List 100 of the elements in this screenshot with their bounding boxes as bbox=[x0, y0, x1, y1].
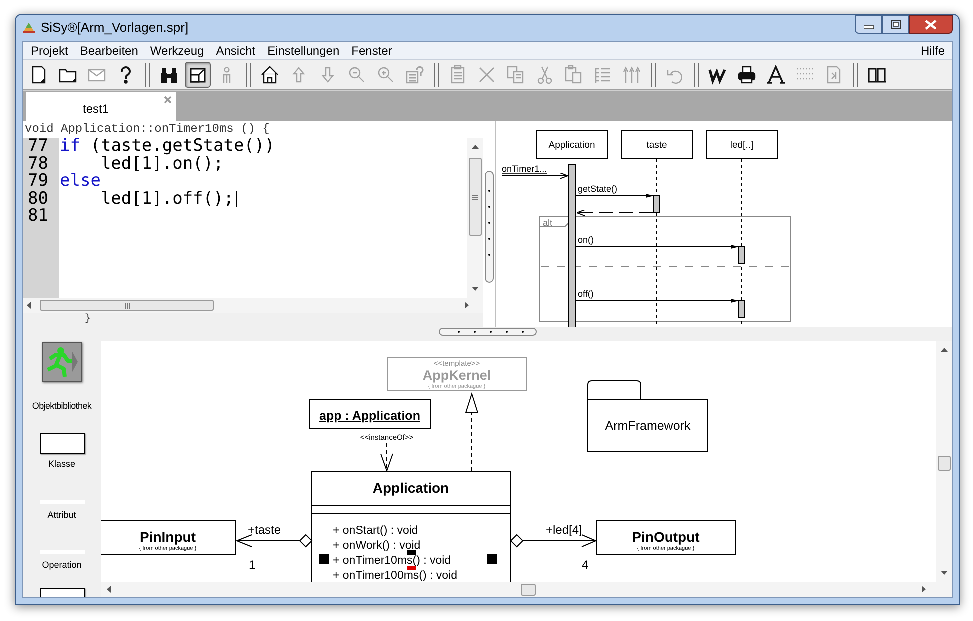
selection-handle bbox=[407, 566, 416, 570]
menu-item[interactable]: Bearbeiten bbox=[74, 42, 144, 60]
message-label: off() bbox=[578, 289, 594, 299]
horizontal-scrollbar[interactable] bbox=[101, 582, 952, 597]
code-line: led[1].on(); bbox=[100, 156, 224, 173]
grip-icon bbox=[124, 302, 130, 308]
zoom-in-icon bbox=[376, 64, 396, 84]
lifeline-label: Application bbox=[548, 140, 596, 151]
app-logo-icon bbox=[22, 22, 36, 34]
code-line: led[1].off(); bbox=[100, 190, 234, 208]
line-number: 80 bbox=[28, 190, 50, 208]
object-name: app : Application bbox=[320, 409, 420, 423]
line-number: 79 bbox=[28, 173, 50, 190]
multiplicity-label: 4 bbox=[582, 558, 589, 572]
aggregation-diamond bbox=[510, 534, 524, 548]
scrollbar-thumb[interactable] bbox=[521, 584, 536, 596]
activation-bar bbox=[738, 246, 746, 264]
fragment-label: alt bbox=[543, 218, 553, 228]
vertical-scrollbar[interactable] bbox=[936, 341, 952, 582]
close-button[interactable] bbox=[909, 15, 953, 34]
message-arrow bbox=[502, 172, 568, 180]
code-line: if (taste.getState()) bbox=[60, 138, 275, 156]
line-number: 77 bbox=[28, 138, 50, 156]
code-line: else bbox=[60, 173, 101, 190]
tool-label: Klasse bbox=[48, 458, 76, 471]
toolbar-button[interactable] bbox=[185, 62, 211, 88]
message-label: getState() bbox=[578, 184, 618, 194]
activation-bar bbox=[738, 300, 746, 318]
scroll-down-icon[interactable] bbox=[472, 287, 478, 292]
scroll-right-icon[interactable] bbox=[922, 586, 927, 593]
activation-bar bbox=[654, 196, 660, 214]
editor-tab[interactable]: test1 bbox=[26, 92, 176, 121]
role-label: +led[4] bbox=[546, 523, 582, 537]
zoom-out-icon bbox=[347, 64, 367, 84]
scroll-down-icon[interactable] bbox=[940, 571, 948, 576]
package-name: ArmFramework bbox=[605, 419, 691, 433]
lifeline-box bbox=[622, 130, 694, 160]
grip-icon bbox=[472, 194, 478, 200]
tool-label: Operation bbox=[42, 559, 82, 572]
line-number: 78 bbox=[28, 156, 50, 173]
menu-item[interactable]: Hilfe bbox=[916, 42, 950, 60]
tool-label: Objektbibliothek bbox=[32, 400, 92, 413]
scroll-up-icon[interactable] bbox=[940, 347, 948, 352]
menu-item[interactable]: Einstellungen bbox=[262, 42, 346, 60]
line-number: 81 bbox=[28, 208, 50, 226]
menu-item[interactable]: Werkzeug bbox=[144, 42, 210, 60]
class-name: Application bbox=[372, 480, 450, 496]
selection-handle bbox=[319, 554, 329, 564]
vertical-scrollbar[interactable] bbox=[467, 138, 483, 298]
scrollbar-thumb[interactable] bbox=[468, 158, 482, 236]
selection-handle bbox=[487, 554, 497, 564]
arrows-icon bbox=[622, 64, 642, 84]
close-icon[interactable] bbox=[164, 96, 172, 104]
text-caret bbox=[236, 191, 237, 208]
copy-icon bbox=[506, 64, 526, 84]
scrollbar-thumb[interactable] bbox=[40, 300, 214, 311]
library-button[interactable] bbox=[42, 342, 82, 382]
maximize-icon bbox=[890, 20, 900, 29]
menu-item[interactable]: Projekt bbox=[25, 42, 74, 60]
splitter-handle[interactable] bbox=[439, 328, 537, 336]
class-name: PinOutput bbox=[632, 529, 700, 545]
lifeline-label: taste bbox=[646, 140, 668, 151]
minimize-button[interactable] bbox=[855, 15, 882, 34]
operation-label: + onStart() : void bbox=[333, 525, 418, 537]
horizontal-scrollbar[interactable] bbox=[23, 298, 483, 313]
class-shape-icon[interactable] bbox=[40, 433, 84, 454]
lifeline-label: led[..] bbox=[730, 140, 754, 151]
scroll-up-icon[interactable] bbox=[472, 144, 478, 149]
message-label: on() bbox=[578, 235, 594, 245]
scroll-right-icon[interactable] bbox=[465, 302, 470, 309]
dependency-arrow bbox=[380, 442, 394, 472]
scroll-left-icon[interactable] bbox=[106, 586, 111, 593]
scrollbar-thumb[interactable] bbox=[938, 456, 950, 471]
running-figure-icon bbox=[44, 345, 80, 379]
scroll-left-icon[interactable] bbox=[26, 302, 31, 309]
code-header: void Application::onTimer10ms () { bbox=[24, 121, 271, 138]
window-title: SiSy®[Arm_Vorlagen.spr] bbox=[41, 19, 189, 38]
tool-label: Attribut bbox=[48, 509, 76, 522]
class-name: PinInput bbox=[140, 529, 196, 545]
operation-label: + onTimer100ms() : void bbox=[333, 570, 458, 582]
multiplicity-label: 1 bbox=[249, 558, 256, 572]
close-icon bbox=[925, 20, 937, 30]
home-icon bbox=[260, 64, 280, 84]
message-label: onTimer1... bbox=[502, 164, 548, 174]
operation-label: + onWork() : void bbox=[333, 540, 421, 552]
operation-label: + onTimer10ms() : void bbox=[333, 555, 452, 567]
role-label: +taste bbox=[248, 523, 282, 537]
code-footer: } bbox=[85, 314, 92, 326]
paste-icon bbox=[564, 64, 584, 84]
letter-a-icon bbox=[766, 64, 786, 84]
maximize-button[interactable] bbox=[882, 15, 909, 34]
document-question-icon bbox=[405, 64, 425, 84]
splitter-handle[interactable] bbox=[484, 171, 494, 283]
scissors-icon bbox=[535, 64, 555, 84]
menu-item[interactable]: Fenster bbox=[346, 42, 398, 60]
printer-icon bbox=[737, 64, 757, 84]
class-name: AppKernel bbox=[422, 368, 492, 383]
menu-item[interactable]: Ansicht bbox=[210, 42, 262, 60]
cross-icon bbox=[477, 64, 497, 84]
lifeline-box bbox=[706, 130, 778, 160]
